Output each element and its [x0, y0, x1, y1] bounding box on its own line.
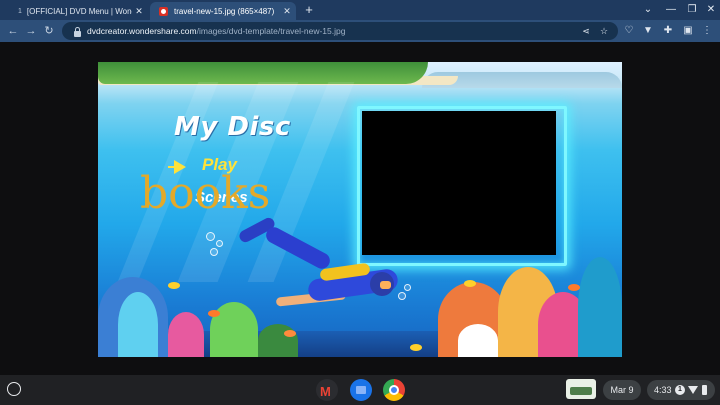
minimize-icon[interactable]: —	[664, 3, 678, 17]
coral-reef	[578, 257, 622, 357]
coral-reef	[168, 312, 204, 357]
extension-icon[interactable]: ♡	[622, 24, 636, 38]
restore-icon[interactable]: ❐	[685, 3, 699, 17]
browser-toolbar: ← → ↻ dvdcreator.wondershare.com/images/…	[0, 20, 720, 42]
favicon-icon	[159, 6, 168, 16]
chevron-down-icon[interactable]: ⌄	[641, 3, 655, 17]
island	[98, 62, 428, 84]
bubble	[216, 240, 223, 247]
image-viewport: My Disc Play Scenes books	[0, 42, 720, 375]
tab-number: 1	[18, 7, 22, 15]
battery-icon	[702, 385, 707, 395]
diver-mask	[380, 281, 391, 289]
wifi-icon	[688, 386, 698, 394]
bubble	[210, 248, 218, 256]
fish	[168, 282, 180, 289]
new-tab-button[interactable]: +	[301, 2, 317, 18]
shield-icon[interactable]: ▼	[641, 24, 655, 38]
overlay-text: books	[140, 168, 271, 219]
reload-icon[interactable]: ↻	[42, 24, 56, 38]
share-icon[interactable]: ⋖	[580, 25, 592, 37]
lock-icon[interactable]	[74, 26, 81, 37]
tab-title: travel-new-15.jpg (865×487)	[174, 6, 275, 16]
tab-strip: 1 [OFFICIAL] DVD Menu | Wonders ✕ travel…	[0, 0, 720, 20]
close-icon[interactable]: ✕	[280, 6, 294, 17]
fish	[410, 344, 422, 351]
address-bar[interactable]: dvdcreator.wondershare.com/images/dvd-te…	[62, 22, 618, 40]
tab-dvd-menu[interactable]: 1 [OFFICIAL] DVD Menu | Wonders ✕	[6, 2, 148, 20]
puzzle-icon[interactable]: ✚	[661, 24, 675, 38]
date-pill[interactable]: Mar 9	[603, 380, 641, 400]
window-close-icon[interactable]: ✕	[704, 3, 718, 17]
bubble	[398, 292, 406, 300]
url-text[interactable]: dvdcreator.wondershare.com/images/dvd-te…	[87, 26, 345, 36]
coral-reef	[258, 324, 298, 357]
star-icon[interactable]: ☆	[598, 25, 610, 37]
chrome-icon[interactable]	[383, 379, 405, 401]
launcher-icon[interactable]	[7, 382, 21, 396]
notification-badge: 1	[675, 385, 685, 395]
bubble	[206, 232, 215, 241]
tab-title: [OFFICIAL] DVD Menu | Wonders	[26, 6, 132, 16]
menu-icon[interactable]: ⋮	[700, 24, 714, 38]
fish	[284, 330, 296, 337]
coral-reef	[118, 292, 158, 357]
os-shelf: M Mar 9 4:33 1	[0, 375, 720, 405]
back-arrow-icon[interactable]: ←	[6, 24, 20, 38]
close-icon[interactable]: ✕	[132, 6, 146, 17]
fish	[464, 280, 476, 287]
menu-title: My Disc	[174, 112, 291, 142]
gmail-icon[interactable]: M	[316, 379, 338, 401]
dvd-template-image[interactable]: My Disc Play Scenes books	[98, 62, 622, 357]
forward-arrow-icon[interactable]: →	[24, 24, 38, 38]
files-icon[interactable]	[350, 379, 372, 401]
fish	[208, 310, 220, 317]
fish	[568, 284, 580, 291]
video-preview	[362, 111, 556, 255]
tray-image-icon[interactable]	[566, 379, 596, 399]
url-host: dvdcreator.wondershare.com	[87, 26, 197, 36]
coral-reef	[458, 324, 498, 357]
bubble	[404, 284, 411, 291]
side-panel-icon[interactable]: ▣	[681, 24, 695, 38]
status-tray[interactable]: 4:33 1	[647, 380, 715, 400]
url-path: /images/dvd-template/travel-new-15.jpg	[196, 26, 346, 36]
tab-travel-image[interactable]: travel-new-15.jpg (865×487) ✕	[150, 2, 296, 20]
clock: 4:33	[654, 385, 672, 395]
